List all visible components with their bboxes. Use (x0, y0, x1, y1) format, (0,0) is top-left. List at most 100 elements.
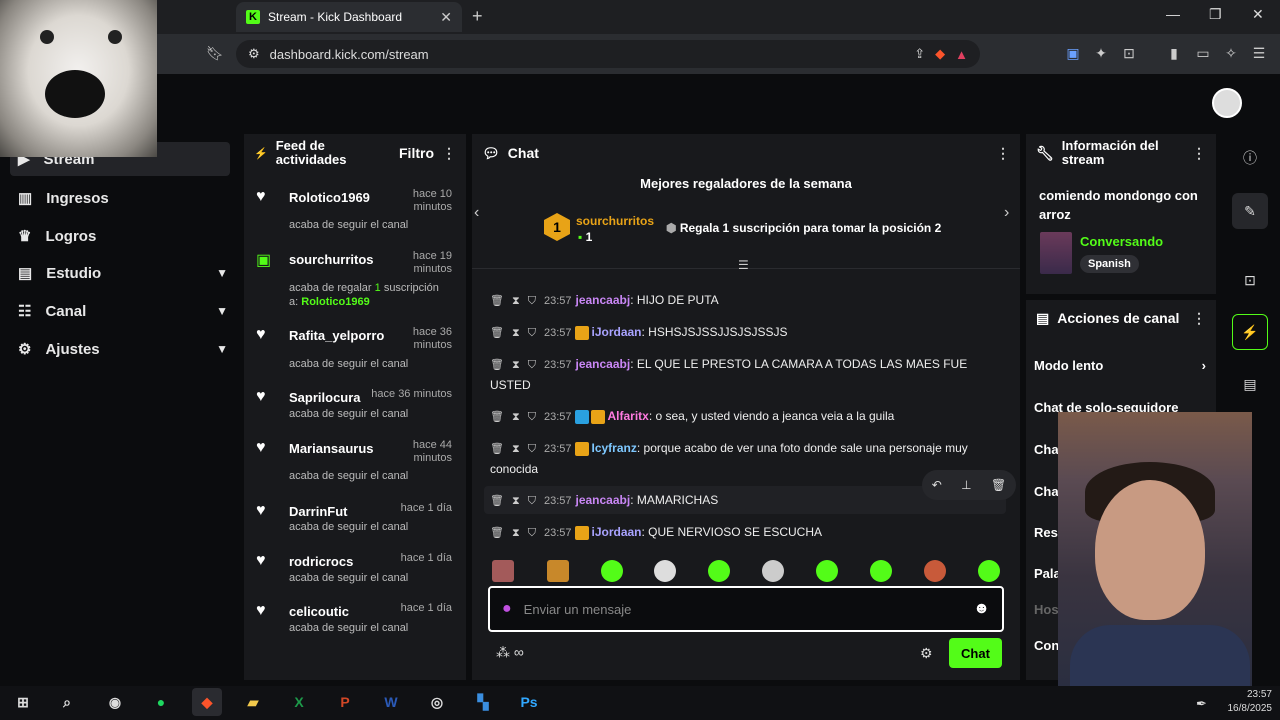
action-item[interactable]: Cha (1034, 484, 1059, 499)
timeout-icon[interactable]: ⧗ (512, 359, 520, 371)
message-username[interactable]: iJordaan (591, 525, 641, 539)
delete-icon[interactable]: 🗑︎ (490, 495, 504, 507)
feed-username[interactable]: DarrinFut (289, 504, 348, 519)
delete-icon[interactable]: 🗑︎ (490, 327, 504, 339)
pinned-toggle-icon[interactable]: ☰ (738, 258, 749, 272)
window-close-icon[interactable]: ✕ (1252, 6, 1264, 23)
url-field[interactable]: ⚙ dashboard.kick.com/stream ⇪ ◆ ▲ (236, 40, 980, 68)
emote-button[interactable] (762, 560, 784, 582)
chat-settings-icon[interactable]: ⚙ (920, 645, 933, 662)
emoji-icon[interactable]: ☻ (973, 600, 990, 618)
ban-icon[interactable]: ⛉ (528, 527, 536, 539)
timeout-icon[interactable]: ⧗ (512, 443, 520, 455)
feed-username[interactable]: Rolotico1969 (289, 190, 370, 205)
message-username[interactable]: iJordaan (591, 325, 641, 339)
ban-icon[interactable]: ⛉ (528, 359, 536, 371)
action-slow-mode[interactable]: Modo lento › (1034, 358, 1206, 373)
leo-ai-icon[interactable]: ✧ (1222, 44, 1240, 62)
wallet-icon[interactable]: ▭ (1194, 44, 1212, 62)
edit-icon[interactable]: ✎ (1232, 193, 1268, 229)
info-icon[interactable]: ⓘ (1232, 140, 1268, 176)
action-item[interactable]: Con (1034, 638, 1059, 653)
message-username[interactable]: Alfaritx (607, 409, 648, 423)
nav-item-logros[interactable]: ♛ Logros (18, 219, 228, 253)
app-icon[interactable]: ◉ (100, 688, 130, 716)
mic-icon[interactable]: ● (502, 600, 512, 618)
emote-button[interactable] (924, 560, 946, 582)
message-username[interactable]: jeancaabj (575, 493, 630, 507)
screenshot-icon[interactable]: ⊡ (1120, 44, 1138, 62)
bookmark-icon[interactable]: 🔖︎ (206, 44, 224, 62)
category-name[interactable]: Conversando (1080, 234, 1163, 249)
ban-icon[interactable]: ⛉ (528, 295, 536, 307)
sidebar-toggle-icon[interactable]: ▮ (1165, 44, 1183, 62)
translate-icon[interactable]: ▣ (1064, 44, 1082, 62)
delete-icon[interactable]: 🗑︎ (991, 478, 1006, 492)
timeout-icon[interactable]: ⧗ (512, 295, 520, 307)
message-username[interactable]: jeancaabj (575, 293, 630, 307)
action-item[interactable]: Pala (1034, 566, 1061, 581)
photoshop-icon[interactable]: Ps (514, 688, 544, 716)
document-icon[interactable]: ▤ (1232, 366, 1268, 402)
pen-icon[interactable]: ✒ (1196, 696, 1207, 712)
feed-username[interactable]: sourchurritos (289, 252, 374, 267)
delete-icon[interactable]: 🗑︎ (490, 359, 504, 371)
search-icon[interactable]: ⌕ (52, 688, 82, 716)
delete-icon[interactable]: 🗑︎ (490, 443, 504, 455)
chat-info[interactable]: ⁂ ∞ (496, 644, 524, 661)
delete-icon[interactable]: 🗑︎ (490, 295, 504, 307)
avatar[interactable] (1212, 88, 1242, 118)
spotify-icon[interactable]: ● (146, 688, 176, 716)
ban-icon[interactable]: ⛉ (528, 443, 536, 455)
ban-icon[interactable]: ⛉ (528, 327, 536, 339)
tab-close-icon[interactable]: ✕ (440, 9, 452, 26)
emote-button[interactable] (708, 560, 730, 582)
emote-button[interactable] (870, 560, 892, 582)
emote-button[interactable] (601, 560, 623, 582)
chevron-left-icon[interactable]: ‹ (474, 204, 479, 222)
filter-button[interactable]: Filtro (399, 145, 434, 161)
feed-username[interactable]: Rafita_yelporro (289, 328, 384, 343)
feed-username[interactable]: Saprilocura (289, 390, 361, 405)
timeout-icon[interactable]: ⧗ (512, 327, 520, 339)
menu-icon[interactable]: ☰ (1250, 44, 1268, 62)
powerpoint-icon[interactable]: P (330, 688, 360, 716)
delete-icon[interactable]: 🗑︎ (490, 527, 504, 539)
word-icon[interactable]: W (376, 688, 406, 716)
share-icon[interactable]: ⇪ (914, 46, 925, 62)
brave-shield-icon[interactable]: ◆ (935, 46, 945, 62)
clock[interactable]: 23:57 16/8/2025 (1222, 688, 1273, 716)
send-chat-button[interactable]: Chat (949, 638, 1002, 668)
nav-item-canal[interactable]: ☷ Canal ▼ (18, 294, 228, 328)
brave-rewards-icon[interactable]: ▲ (955, 47, 968, 62)
feed-more-icon[interactable]: ⋮ (442, 145, 456, 162)
nav-item-ingresos[interactable]: ▥ Ingresos (18, 181, 228, 215)
emote-button[interactable] (654, 560, 676, 582)
chevron-right-icon[interactable]: › (1004, 204, 1009, 222)
capcut-icon[interactable]: ▚ (468, 688, 498, 716)
extensions-icon[interactable]: ✦ (1092, 44, 1110, 62)
folder-icon[interactable]: ▰ (238, 688, 268, 716)
ban-icon[interactable]: ⛉ (528, 495, 536, 507)
action-item[interactable]: Hos (1034, 602, 1059, 617)
excel-icon[interactable]: X (284, 688, 314, 716)
emote-button[interactable] (492, 560, 514, 582)
info-more-icon[interactable]: ⋮ (1192, 145, 1206, 162)
ban-icon[interactable]: ⛉ (528, 411, 536, 423)
feed-username[interactable]: rodricrocs (289, 554, 353, 569)
emote-button[interactable] (547, 560, 569, 582)
crop-icon[interactable]: ⊡ (1232, 262, 1268, 298)
delete-icon[interactable]: 🗑︎ (490, 411, 504, 423)
minimize-icon[interactable]: — (1166, 6, 1180, 22)
message-username[interactable]: jeancaabj (575, 357, 630, 371)
message-username[interactable]: Icyfranz (591, 441, 636, 455)
timeout-icon[interactable]: ⧗ (512, 411, 520, 423)
action-item[interactable]: Cha (1034, 442, 1059, 457)
timeout-icon[interactable]: ⧗ (512, 527, 520, 539)
timeout-icon[interactable]: ⧗ (512, 495, 520, 507)
bolt-icon[interactable]: ⚡ (1232, 314, 1268, 350)
chat-input[interactable]: ● Enviar un mensaje ☻ (488, 586, 1004, 632)
emote-button[interactable] (978, 560, 1000, 582)
feed-username[interactable]: Mariansaurus (289, 441, 374, 456)
nav-item-ajustes[interactable]: ⚙ Ajustes ▼ (18, 332, 228, 366)
